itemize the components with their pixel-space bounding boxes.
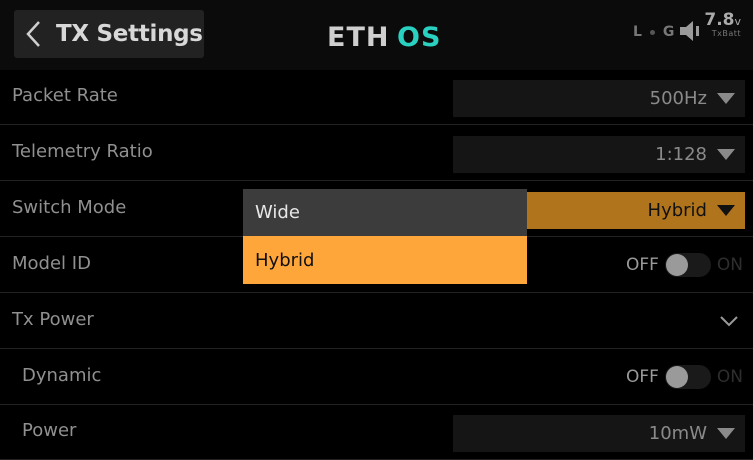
telemetry-ratio-value: 1:128 bbox=[655, 144, 707, 165]
toggle-on-label: ON bbox=[716, 255, 743, 275]
status-area: L G 7.8v TxBatt bbox=[633, 12, 741, 44]
back-button[interactable]: TX Settings bbox=[14, 10, 204, 58]
header-bar: TX Settings ETH OS L G 7.8v TxBatt bbox=[0, 0, 753, 70]
telemetry-ratio-label: Telemetry Ratio bbox=[12, 141, 153, 162]
row-dynamic: Dynamic OFF ON bbox=[0, 350, 753, 405]
chevron-left-icon bbox=[26, 21, 40, 47]
packet-rate-select[interactable]: 500Hz bbox=[453, 80, 745, 117]
switch-mode-select[interactable]: Hybrid bbox=[527, 192, 745, 229]
toggle-knob bbox=[665, 366, 688, 388]
svg-text:OS: OS bbox=[397, 22, 441, 52]
row-tx-power[interactable]: Tx Power bbox=[0, 294, 753, 349]
indicator-l: L bbox=[632, 24, 642, 40]
packet-rate-label: Packet Rate bbox=[12, 85, 118, 106]
telemetry-ratio-select[interactable]: 1:128 bbox=[453, 136, 745, 173]
switch-mode-label: Switch Mode bbox=[12, 197, 127, 218]
dropdown-option-hybrid[interactable]: Hybrid bbox=[243, 236, 527, 284]
dynamic-toggle[interactable]: OFF ON bbox=[626, 365, 743, 389]
ethos-logo: ETH OS bbox=[327, 22, 441, 52]
battery-unit: v bbox=[734, 15, 741, 28]
dropdown-arrow-icon bbox=[717, 93, 735, 104]
power-value: 10mW bbox=[648, 423, 707, 444]
speaker-icon bbox=[680, 21, 700, 41]
toggle-off-label: OFF bbox=[625, 367, 659, 387]
dropdown-option-wide[interactable]: Wide bbox=[243, 189, 527, 236]
row-packet-rate: Packet Rate 500Hz bbox=[0, 70, 753, 125]
chevron-down-icon[interactable] bbox=[719, 314, 739, 328]
row-power: Power 10mW bbox=[0, 405, 753, 460]
dropdown-arrow-icon bbox=[717, 149, 735, 160]
dynamic-label: Dynamic bbox=[22, 365, 102, 386]
switch-mode-value: Hybrid bbox=[647, 200, 707, 221]
power-select[interactable]: 10mW bbox=[453, 415, 745, 452]
toggle-on-label: ON bbox=[716, 367, 743, 387]
model-id-toggle[interactable]: OFF ON bbox=[626, 253, 743, 277]
toggle-switch[interactable] bbox=[664, 253, 711, 277]
page-title: TX Settings bbox=[56, 21, 203, 47]
toggle-switch[interactable] bbox=[664, 365, 711, 389]
battery-indicator: 7.8v TxBatt bbox=[704, 12, 741, 38]
battery-value: 7.8 bbox=[704, 10, 735, 30]
tx-power-label: Tx Power bbox=[12, 309, 94, 330]
switch-mode-dropdown: Wide Hybrid bbox=[243, 189, 527, 284]
dropdown-arrow-icon bbox=[717, 428, 735, 439]
indicator-dot bbox=[649, 30, 655, 35]
indicator-g: G bbox=[662, 24, 675, 40]
dropdown-arrow-icon bbox=[717, 205, 735, 216]
packet-rate-value: 500Hz bbox=[649, 88, 707, 109]
toggle-off-label: OFF bbox=[625, 255, 659, 275]
power-label: Power bbox=[22, 420, 77, 441]
toggle-knob bbox=[665, 254, 688, 276]
svg-text:ETH: ETH bbox=[327, 22, 389, 52]
model-id-label: Model ID bbox=[12, 253, 91, 274]
row-telemetry-ratio: Telemetry Ratio 1:128 bbox=[0, 126, 753, 181]
battery-label: TxBatt bbox=[711, 29, 741, 38]
